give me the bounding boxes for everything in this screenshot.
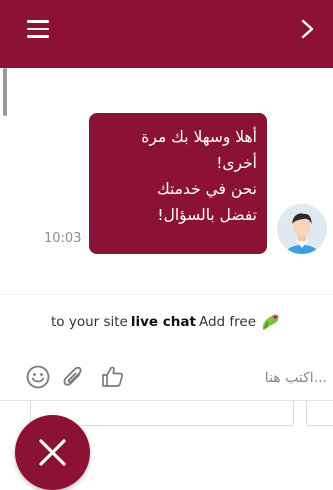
message-line: أهلا وسهلا بك مرة xyxy=(141,128,257,146)
chat-header xyxy=(0,0,333,68)
chevron-right-icon[interactable] xyxy=(299,19,317,39)
powered-by-branding[interactable]: to your site live chat Add free xyxy=(0,310,333,334)
branding-bold: live chat xyxy=(130,314,196,330)
branding-post: Add free xyxy=(198,314,256,330)
message-line: تفضل بالسؤال! xyxy=(157,206,257,224)
message-input[interactable]: ...اكتب هنا xyxy=(265,370,327,386)
paperclip-icon[interactable] xyxy=(60,364,86,390)
close-icon xyxy=(39,439,66,466)
parrot-logo-icon xyxy=(262,314,279,330)
hamburger-icon[interactable] xyxy=(27,20,51,38)
divider xyxy=(0,294,333,295)
agent-avatar xyxy=(277,204,327,254)
emoji-icon[interactable] xyxy=(25,364,51,390)
branding-pre: to your site xyxy=(50,314,128,330)
scrollbar-thumb[interactable] xyxy=(3,68,7,116)
form-field[interactable] xyxy=(306,401,333,426)
message-line: أخرى! xyxy=(216,154,257,172)
message-timestamp: 10:03 xyxy=(44,231,82,246)
message-line: نحن في خدمتك xyxy=(156,180,257,198)
thumbs-up-icon[interactable] xyxy=(100,364,126,390)
composer: ...اكتب هنا xyxy=(0,358,333,398)
agent-message-bubble: أهلا وسهلا بك مرة أخرى! نحن في خدمتك تفض… xyxy=(89,113,267,254)
close-chat-button[interactable] xyxy=(15,415,90,490)
